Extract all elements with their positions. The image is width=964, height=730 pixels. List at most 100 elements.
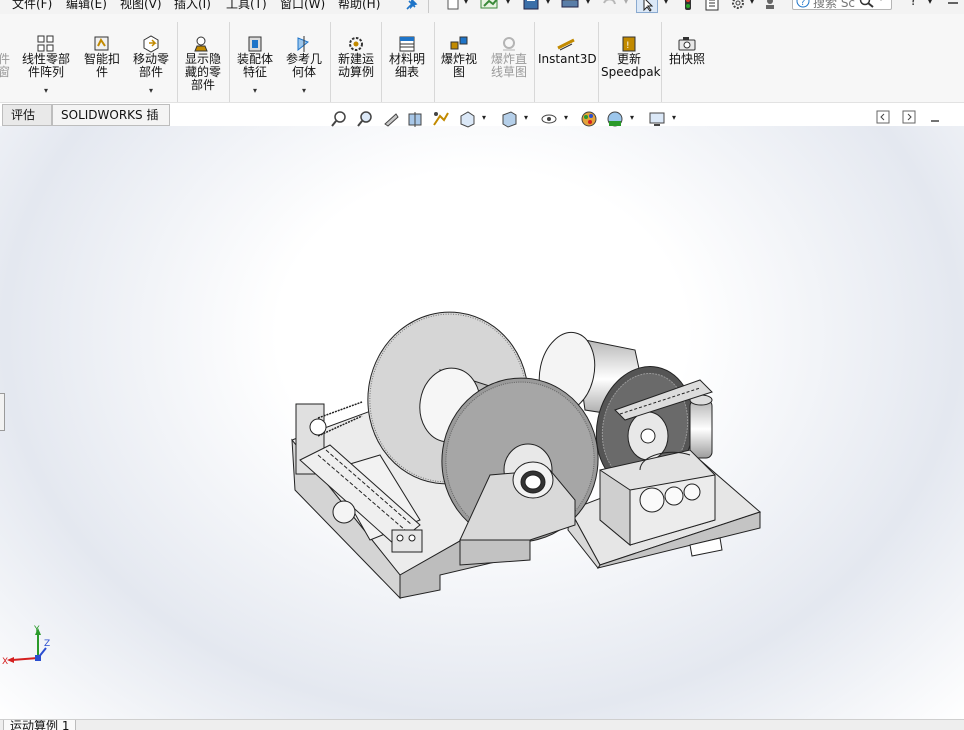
next-pane-icon[interactable] <box>902 110 916 124</box>
show-hidden-icon <box>194 36 208 52</box>
update-speedpak-button[interactable]: ! 更新 Speedpak <box>601 34 661 114</box>
tab-evaluate[interactable]: 评估 <box>2 104 52 126</box>
camera-icon <box>678 37 696 51</box>
file-properties-icon[interactable] <box>704 0 720 11</box>
svg-text:?: ? <box>801 0 806 8</box>
instant3d-label: Instant3D <box>538 52 597 66</box>
move-component-icon <box>143 35 159 53</box>
apply-scene-icon[interactable] <box>606 110 624 128</box>
show-hidden-label: 显示隐 藏的零 部件 <box>184 52 221 92</box>
view-settings-dropdown-icon[interactable]: ▾ <box>672 113 690 131</box>
speedpak-icon: ! <box>622 36 636 52</box>
move-component-button[interactable]: 移动零 部件 ▾ <box>128 34 174 114</box>
search-dropdown-icon[interactable]: ▾ <box>879 0 883 3</box>
help-button[interactable]: ? <box>910 0 917 10</box>
exploded-view-button[interactable]: 爆炸视 图 <box>436 34 482 114</box>
edit-appearance-icon[interactable] <box>580 110 598 128</box>
previous-view-icon[interactable] <box>382 110 400 128</box>
exploded-view-icon <box>450 36 468 50</box>
linear-pattern-label: 线性零部 件阵列 <box>21 52 70 79</box>
coordinate-triad: Y X Z <box>2 625 50 667</box>
save-dropdown-icon[interactable]: ▾ <box>546 0 550 13</box>
dynamic-annotation-icon[interactable] <box>432 110 450 128</box>
menu-help[interactable]: 帮助(H) <box>338 0 380 12</box>
reference-geometry-icon <box>297 36 309 52</box>
zoom-to-fit-icon[interactable] <box>330 110 348 128</box>
explode-line-icon <box>503 37 515 51</box>
command-manager: 件 窗 线性零部 件阵列 ▾ 智能扣 件 移动零 部件 ▾ 显示隐 藏的零 部件… <box>0 14 964 103</box>
tab-solidworks-addins[interactable]: SOLIDWORKS 插件 <box>52 104 170 142</box>
search-input[interactable]: ? 搜索 Sc ▾ <box>792 0 892 10</box>
reference-geometry-button[interactable]: 参考几 何体 ▾ <box>282 34 326 114</box>
menu-bar: 文件(F) 编辑(E) 视图(V) 插入(I) 工具(T) 窗口(W) 帮助(H… <box>0 0 964 14</box>
assembly-feature-icon <box>248 36 262 52</box>
menu-edit[interactable]: 编辑(E) <box>66 0 107 12</box>
print-dropdown-icon[interactable]: ▾ <box>586 0 590 13</box>
display-style-icon[interactable] <box>500 110 518 128</box>
minimize-icon[interactable] <box>946 0 960 11</box>
instant3d-button[interactable]: Instant3D <box>538 34 597 114</box>
instant3d-icon <box>557 38 575 51</box>
bom-icon <box>399 36 415 52</box>
save-icon[interactable] <box>522 0 540 11</box>
hide-show-items-icon[interactable] <box>540 110 558 128</box>
open-document-icon[interactable] <box>480 0 502 11</box>
help-dropdown-icon[interactable]: ▾ <box>928 0 932 13</box>
assembly-features-button[interactable]: 装配体 特征 ▾ <box>232 34 278 114</box>
menu-file[interactable]: 文件(F) <box>12 0 52 12</box>
undo-dropdown-icon[interactable]: ▾ <box>624 0 628 13</box>
svg-text:!: ! <box>626 41 630 51</box>
open-dropdown-icon[interactable]: ▾ <box>506 0 510 13</box>
menu-insert[interactable]: 插入(I) <box>174 0 211 12</box>
rebuild-traffic-light-icon[interactable] <box>682 0 694 11</box>
view-settings-icon[interactable] <box>648 110 666 128</box>
help-circle-icon: ? <box>796 0 810 8</box>
undo-icon[interactable] <box>600 0 618 11</box>
new-document-icon[interactable] <box>446 0 460 11</box>
print-icon[interactable] <box>560 0 580 11</box>
user-icon[interactable] <box>764 0 778 11</box>
tab-motion-study-1[interactable]: 运动算例 1 <box>3 720 77 730</box>
quick-access-toolbar: ▾ ▾ ▾ ▾ ▾ ▾ ▾ ? 搜索 Sc ? ▾ <box>428 0 964 14</box>
viewport-window-controls <box>876 110 956 126</box>
smart-fastener-button[interactable]: 智能扣 件 <box>80 34 124 114</box>
move-component-dropdown-icon[interactable]: ▾ <box>149 84 153 97</box>
explode-line-sketch-button[interactable]: 爆炸直 线草图 <box>486 34 532 114</box>
linear-pattern-icon <box>37 35 54 52</box>
section-view-icon[interactable] <box>406 110 424 128</box>
select-dropdown-icon[interactable]: ▾ <box>664 0 668 13</box>
pin-icon[interactable] <box>404 0 418 12</box>
search-icon[interactable] <box>859 0 875 8</box>
linear-pattern-dropdown-icon[interactable]: ▾ <box>44 84 48 97</box>
winch-assembly-model[interactable] <box>0 126 964 720</box>
show-hidden-components-button[interactable]: 显示隐 藏的零 部件 <box>180 34 226 114</box>
triad-y-label: Y <box>33 625 40 635</box>
minimize-pane-icon[interactable] <box>928 110 942 124</box>
options-dropdown-icon[interactable]: ▾ <box>750 0 754 13</box>
triad-x-label: X <box>2 657 8 667</box>
graphics-area[interactable]: ▾ ▾ ▾ ▾ ▾ Y X Z <box>0 110 964 720</box>
previous-pane-icon[interactable] <box>876 110 890 124</box>
bom-button[interactable]: 材料明 细表 <box>384 34 430 114</box>
assembly-features-dropdown-icon[interactable]: ▾ <box>253 84 257 97</box>
triad-z-label: Z <box>44 639 50 649</box>
options-gear-icon[interactable] <box>730 0 746 11</box>
new-motion-study-label: 新建运 动算例 <box>337 52 374 79</box>
view-orientation-dropdown-icon[interactable]: ▾ <box>482 113 500 131</box>
apply-scene-dropdown-icon[interactable]: ▾ <box>630 113 648 131</box>
linear-pattern-button[interactable]: 线性零部 件阵列 ▾ <box>18 34 74 114</box>
collapsed-side-panel[interactable] <box>0 393 5 431</box>
smart-fastener-icon <box>94 36 109 51</box>
snapshot-button[interactable]: 拍快照 <box>664 34 710 114</box>
menu-tools[interactable]: 工具(T) <box>226 0 267 12</box>
zoom-to-area-icon[interactable] <box>356 110 374 128</box>
select-button[interactable] <box>636 0 658 13</box>
menu-view[interactable]: 视图(V) <box>120 0 162 12</box>
new-motion-study-button[interactable]: 新建运 动算例 <box>333 34 379 114</box>
new-dropdown-icon[interactable]: ▾ <box>464 0 468 13</box>
solidworks-window: 文件(F) 编辑(E) 视图(V) 插入(I) 工具(T) 窗口(W) 帮助(H… <box>0 0 964 730</box>
reference-geometry-dropdown-icon[interactable]: ▾ <box>302 84 306 97</box>
cursor-arrow-icon <box>643 0 654 12</box>
menu-window[interactable]: 窗口(W) <box>280 0 325 12</box>
view-orientation-icon[interactable] <box>458 110 476 128</box>
